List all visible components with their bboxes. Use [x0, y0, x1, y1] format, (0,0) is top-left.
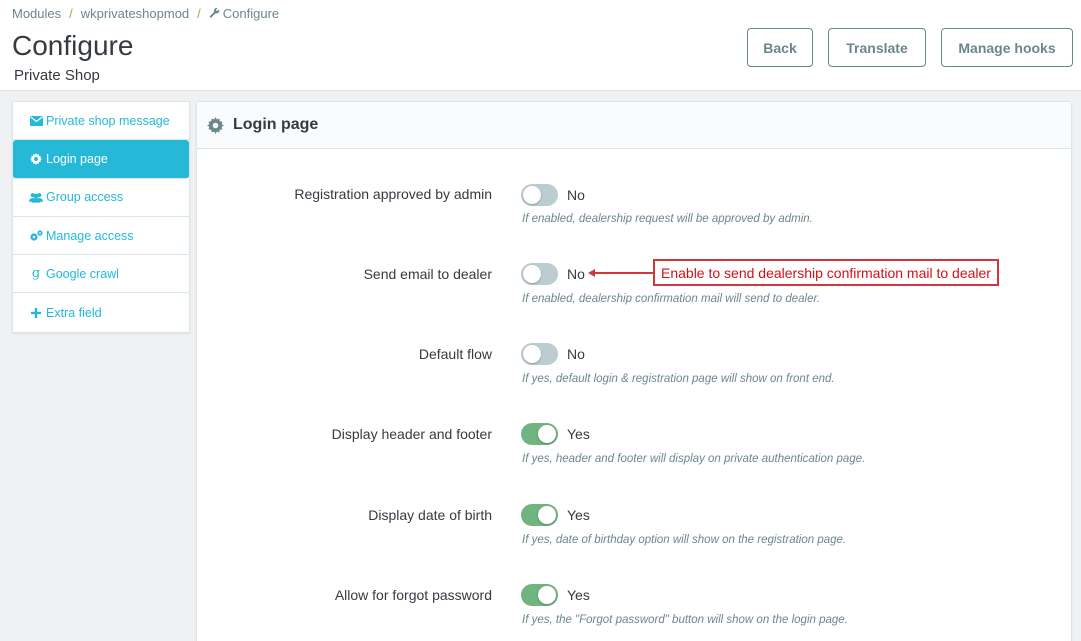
setting-label: Send email to dealer: [363, 266, 492, 282]
page-header: Modules / wkprivateshopmod / Configure C…: [0, 0, 1081, 91]
users-icon: [29, 192, 43, 203]
panel-title: Login page: [233, 116, 319, 133]
toggle-knob: [538, 586, 556, 604]
forgot-password-toggle[interactable]: [521, 584, 558, 606]
setting-help-text: If yes, the "Forgot password" button wil…: [522, 614, 848, 626]
breadcrumb-modules[interactable]: Modules: [12, 6, 61, 21]
back-button[interactable]: Back: [747, 28, 813, 67]
annotation-callout: Enable to send dealership confirmation m…: [653, 259, 999, 286]
setting-help-text: If yes, header and footer will display o…: [522, 453, 866, 465]
sidebar-item-login-page[interactable]: Login page: [13, 140, 189, 179]
manage-hooks-button[interactable]: Manage hooks: [941, 28, 1073, 67]
toggle-knob: [523, 345, 541, 363]
page-subtitle: Private Shop: [14, 67, 100, 84]
toggle-state-label: Yes: [567, 426, 590, 442]
gear-icon: [29, 152, 43, 165]
setting-help-text: If yes, date of birthday option will sho…: [522, 534, 847, 546]
setting-help-text: If enabled, dealership request will be a…: [522, 213, 813, 225]
breadcrumb-module-name[interactable]: wkprivateshopmod: [81, 6, 189, 21]
sidebar-nav: Private shop message Login page Group ac…: [12, 101, 190, 333]
toolbar: Back Translate Manage hooks: [747, 28, 1073, 67]
toggle-state-label: No: [567, 266, 585, 282]
sidebar-item-group-access[interactable]: Group access: [13, 179, 189, 217]
envelope-icon: [29, 115, 43, 126]
toggle-state-label: No: [567, 346, 585, 362]
sidebar-item-label: Google crawl: [46, 266, 119, 281]
login-page-panel: Login page Registration approved by admi…: [196, 101, 1072, 641]
breadcrumb-separator: /: [69, 6, 73, 21]
toggle-knob: [538, 425, 556, 443]
plus-icon: [29, 307, 43, 318]
breadcrumb-separator: /: [197, 6, 201, 21]
setting-help-text: If enabled, dealership confirmation mail…: [522, 293, 821, 305]
setting-label: Allow for forgot password: [334, 587, 492, 603]
setting-label: Default flow: [418, 346, 492, 362]
sidebar-item-private-shop-message[interactable]: Private shop message: [13, 102, 189, 141]
wrench-icon: [209, 6, 220, 21]
sidebar-item-manage-access[interactable]: Manage access: [13, 217, 189, 256]
toggle-state-label: Yes: [567, 587, 590, 603]
toggle-knob: [538, 506, 556, 524]
breadcrumb-current: Configure: [222, 6, 280, 21]
gears-icon: [29, 229, 43, 242]
sidebar-item-label: Manage access: [46, 228, 134, 243]
setting-help-text: If yes, default login & registration pag…: [522, 373, 835, 385]
translate-button[interactable]: Translate: [828, 28, 926, 67]
panel-heading: Login page: [197, 102, 1071, 149]
sidebar-item-label: Login page: [46, 151, 108, 166]
date-of-birth-toggle[interactable]: [521, 504, 558, 526]
sidebar-item-extra-field[interactable]: Extra field: [13, 293, 189, 331]
sidebar-item-label: Private shop message: [46, 113, 170, 128]
toggle-state-label: Yes: [567, 507, 590, 523]
default-flow-toggle[interactable]: [521, 343, 558, 365]
setting-label: Display header and footer: [331, 426, 492, 442]
toggle-knob: [523, 186, 541, 204]
google-icon: g: [31, 266, 41, 282]
page-title: Configure: [12, 30, 134, 61]
breadcrumb: Modules / wkprivateshopmod / Configure: [12, 6, 279, 21]
gear-icon: [207, 116, 224, 134]
annotation-arrow-head: [588, 269, 595, 277]
setting-label: Registration approved by admin: [294, 186, 492, 202]
toggle-knob: [523, 265, 541, 283]
send-email-toggle[interactable]: [521, 263, 558, 285]
registration-approved-toggle[interactable]: [521, 184, 558, 206]
toggle-state-label: No: [567, 187, 585, 203]
header-footer-toggle[interactable]: [521, 423, 558, 445]
annotation-arrow-line: [592, 272, 653, 274]
setting-label: Display date of birth: [368, 507, 492, 523]
sidebar-item-label: Group access: [46, 190, 124, 205]
sidebar-item-google-crawl[interactable]: g Google crawl: [13, 255, 189, 294]
sidebar-item-label: Extra field: [46, 305, 102, 320]
